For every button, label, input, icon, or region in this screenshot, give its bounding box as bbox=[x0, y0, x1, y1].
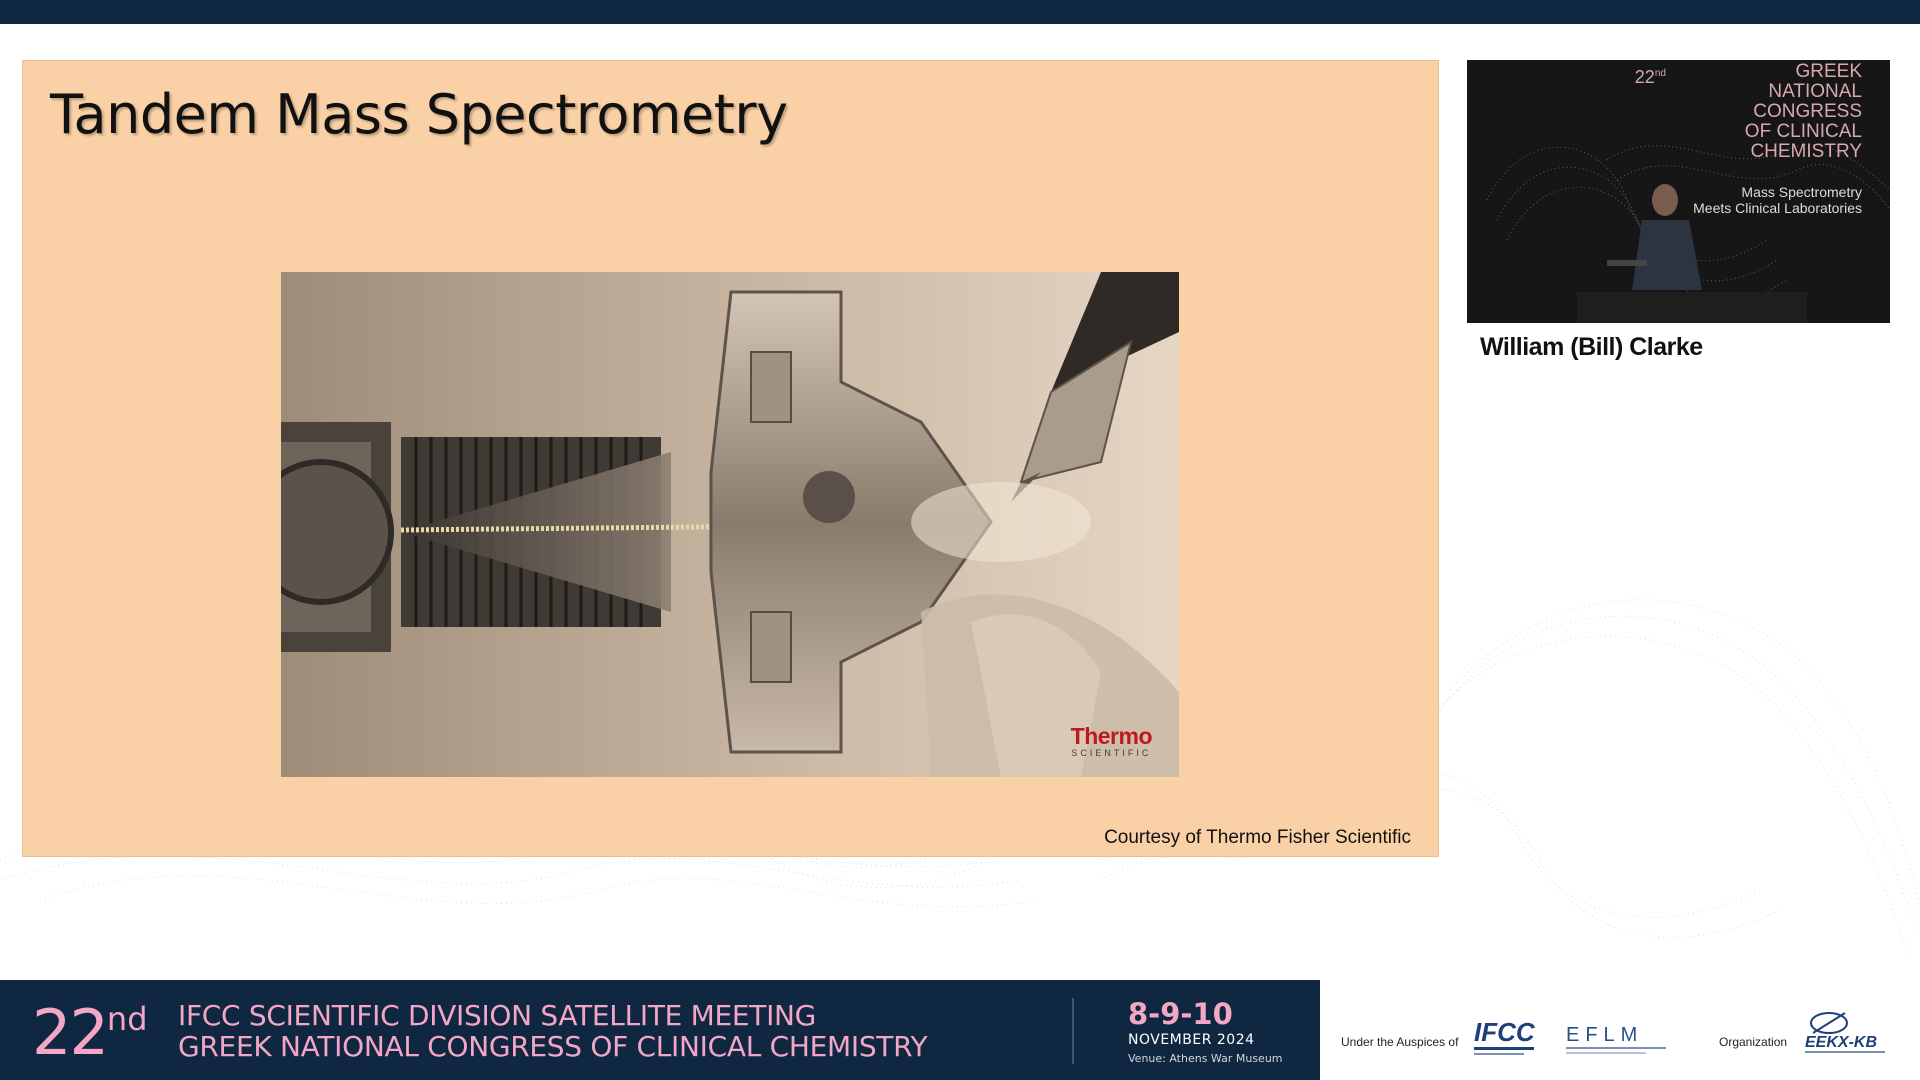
banner-edition-number: 22nd bbox=[32, 996, 148, 1069]
ekk-logo-text: EEKX-KB bbox=[1805, 1034, 1877, 1051]
auspices-label: Under the Auspices of bbox=[1341, 1035, 1459, 1049]
camera-banner-line: NATIONAL bbox=[1768, 81, 1862, 102]
camera-banner-line: CHEMISTRY bbox=[1750, 141, 1862, 162]
banner-month: NOVEMBER 2024 bbox=[1128, 1032, 1255, 1048]
vendor-logo-name: Thermo bbox=[1070, 723, 1153, 750]
eflm-logo-text: EFLM bbox=[1566, 1024, 1643, 1046]
camera-congress-banner: 22nd GREEK NATIONAL CONGRESS OF CLINICAL… bbox=[1635, 61, 1862, 162]
banner-venue: Venue: Athens War Museum bbox=[1128, 1052, 1283, 1065]
vendor-logo-subtitle: SCIENTIFIC bbox=[1071, 748, 1152, 759]
speaker-name: William (Bill) Clarke bbox=[1480, 333, 1703, 361]
presentation-slide: Tandem Mass Spectrometry Thermo SCIENTIF… bbox=[22, 60, 1439, 857]
eflm-logo: EFLM bbox=[1566, 1024, 1666, 1054]
camera-banner-subtitle: Mass Spectrometry Meets Clinical Laborat… bbox=[1693, 184, 1862, 216]
ifcc-logo: IFCC bbox=[1474, 1017, 1536, 1055]
mass-spectrometer-illustration bbox=[281, 272, 1179, 777]
slide-title: Tandem Mass Spectrometry bbox=[50, 83, 788, 146]
camera-subtitle-line: Mass Spectrometry bbox=[1741, 184, 1862, 200]
speaker-camera-feed: 22nd GREEK NATIONAL CONGRESS OF CLINICAL… bbox=[1467, 60, 1890, 323]
slide-caption: Courtesy of Thermo Fisher Scientific bbox=[1104, 827, 1411, 848]
banner-title-line2: GREEK NATIONAL CONGRESS OF CLINICAL CHEM… bbox=[178, 1030, 928, 1063]
camera-banner-line: CONGRESS bbox=[1753, 101, 1862, 122]
camera-banner-line: GREEK bbox=[1795, 61, 1862, 82]
banner-dates: 8-9-10 bbox=[1128, 997, 1233, 1031]
camera-subtitle-line: Meets Clinical Laboratories bbox=[1693, 200, 1862, 216]
top-bar bbox=[0, 0, 1920, 24]
camera-banner-line: OF CLINICAL bbox=[1744, 121, 1862, 142]
sponsor-strip: Under the Auspices of IFCC EFLM Organiza… bbox=[1330, 995, 1920, 1075]
ifcc-logo-text: IFCC bbox=[1474, 1017, 1536, 1047]
camera-banner-number: 22nd bbox=[1634, 67, 1666, 87]
thermo-scientific-logo: Thermo SCIENTIFIC bbox=[1070, 723, 1153, 759]
banner-title-line1: IFCC SCIENTIFIC DIVISION SATELLITE MEETI… bbox=[178, 999, 817, 1032]
conference-bottom-banner: 22nd IFCC SCIENTIFIC DIVISION SATELLITE … bbox=[0, 980, 1320, 1080]
ekk-kb-logo: EEKX-KB bbox=[1805, 1012, 1885, 1053]
organization-label: Organization bbox=[1719, 1035, 1788, 1049]
presentation-stage: Tandem Mass Spectrometry Thermo SCIENTIF… bbox=[0, 0, 1920, 1080]
slide-video-frame: Thermo SCIENTIFIC bbox=[281, 272, 1179, 777]
banner-divider bbox=[1072, 998, 1074, 1064]
